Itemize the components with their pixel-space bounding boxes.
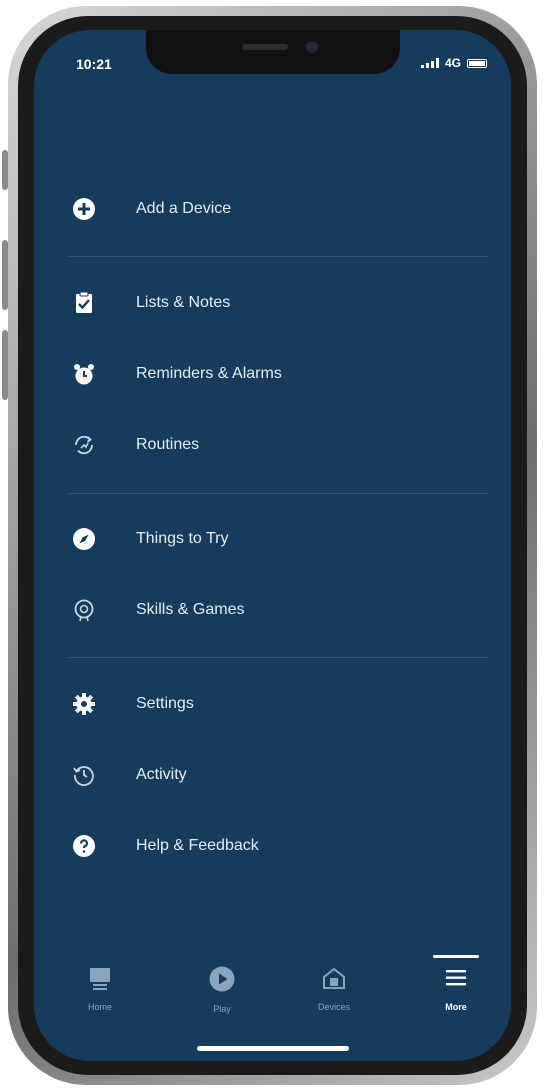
divider <box>68 657 488 658</box>
menu-item-routines[interactable]: Routines <box>70 423 470 467</box>
gear-icon <box>70 690 98 718</box>
network-type: 4G <box>444 56 461 70</box>
devices-icon <box>321 965 347 996</box>
volume-up-button <box>2 240 8 310</box>
menu-item-label: Lists & Notes <box>136 294 231 311</box>
help-circle-icon <box>70 832 98 860</box>
menu-item-settings[interactable]: Settings <box>70 682 470 726</box>
clipboard-check-icon <box>70 289 98 317</box>
tab-label: Devices <box>317 1002 350 1012</box>
menu-item-label: Help & Feedback <box>136 837 259 854</box>
menu-item-lists-notes[interactable]: Lists & Notes <box>70 281 470 325</box>
history-icon <box>70 761 98 789</box>
speaker <box>242 44 288 50</box>
tab-label: Home <box>87 1002 112 1012</box>
divider <box>68 256 488 257</box>
routines-icon <box>70 431 98 459</box>
tab-label: Play <box>213 1004 231 1014</box>
active-tab-indicator <box>433 955 479 958</box>
alarm-clock-icon <box>70 360 98 388</box>
menu-item-skills-games[interactable]: Skills & Games <box>70 588 470 632</box>
skills-icon <box>70 596 98 624</box>
tab-label: More <box>445 1002 467 1012</box>
status-time: 10:21 <box>76 56 112 72</box>
tab-home[interactable]: Home <box>60 965 140 1012</box>
menu-item-help-feedback[interactable]: Help & Feedback <box>70 824 470 868</box>
front-camera <box>306 41 318 53</box>
signal-icon <box>420 58 439 68</box>
menu-item-label: Skills & Games <box>136 601 245 618</box>
menu-item-activity[interactable]: Activity <box>70 753 470 797</box>
menu-item-things-to-try[interactable]: Things to Try <box>70 517 470 561</box>
menu-item-label: Things to Try <box>136 530 229 547</box>
plus-circle-icon <box>70 195 98 223</box>
tab-more[interactable]: More <box>416 955 496 1012</box>
divider <box>68 493 488 494</box>
status-indicators: 4G <box>420 56 487 70</box>
menu-item-add-device[interactable]: Add a Device <box>70 187 470 231</box>
more-menu-icon <box>443 965 469 996</box>
menu-item-label: Routines <box>136 436 200 453</box>
home-icon <box>87 965 113 996</box>
home-indicator[interactable] <box>197 1046 349 1051</box>
menu-item-label: Add a Device <box>136 200 232 217</box>
volume-down-button <box>2 330 8 400</box>
battery-icon <box>467 58 487 68</box>
menu-item-label: Activity <box>136 766 187 783</box>
mute-switch <box>2 150 8 190</box>
menu-item-label: Reminders & Alarms <box>136 365 282 382</box>
tab-play[interactable]: Play <box>182 965 262 1014</box>
play-icon <box>208 965 236 998</box>
menu-item-label: Settings <box>136 695 194 712</box>
notch <box>146 30 400 74</box>
tab-devices[interactable]: Devices <box>294 965 374 1012</box>
app-screen: 10:21 4G Add a Device Lists & Notes Remi… <box>34 30 511 1061</box>
tab-bar: Home Play Devices More <box>34 951 511 1061</box>
menu-item-reminders-alarms[interactable]: Reminders & Alarms <box>70 352 470 396</box>
compass-icon <box>70 525 98 553</box>
